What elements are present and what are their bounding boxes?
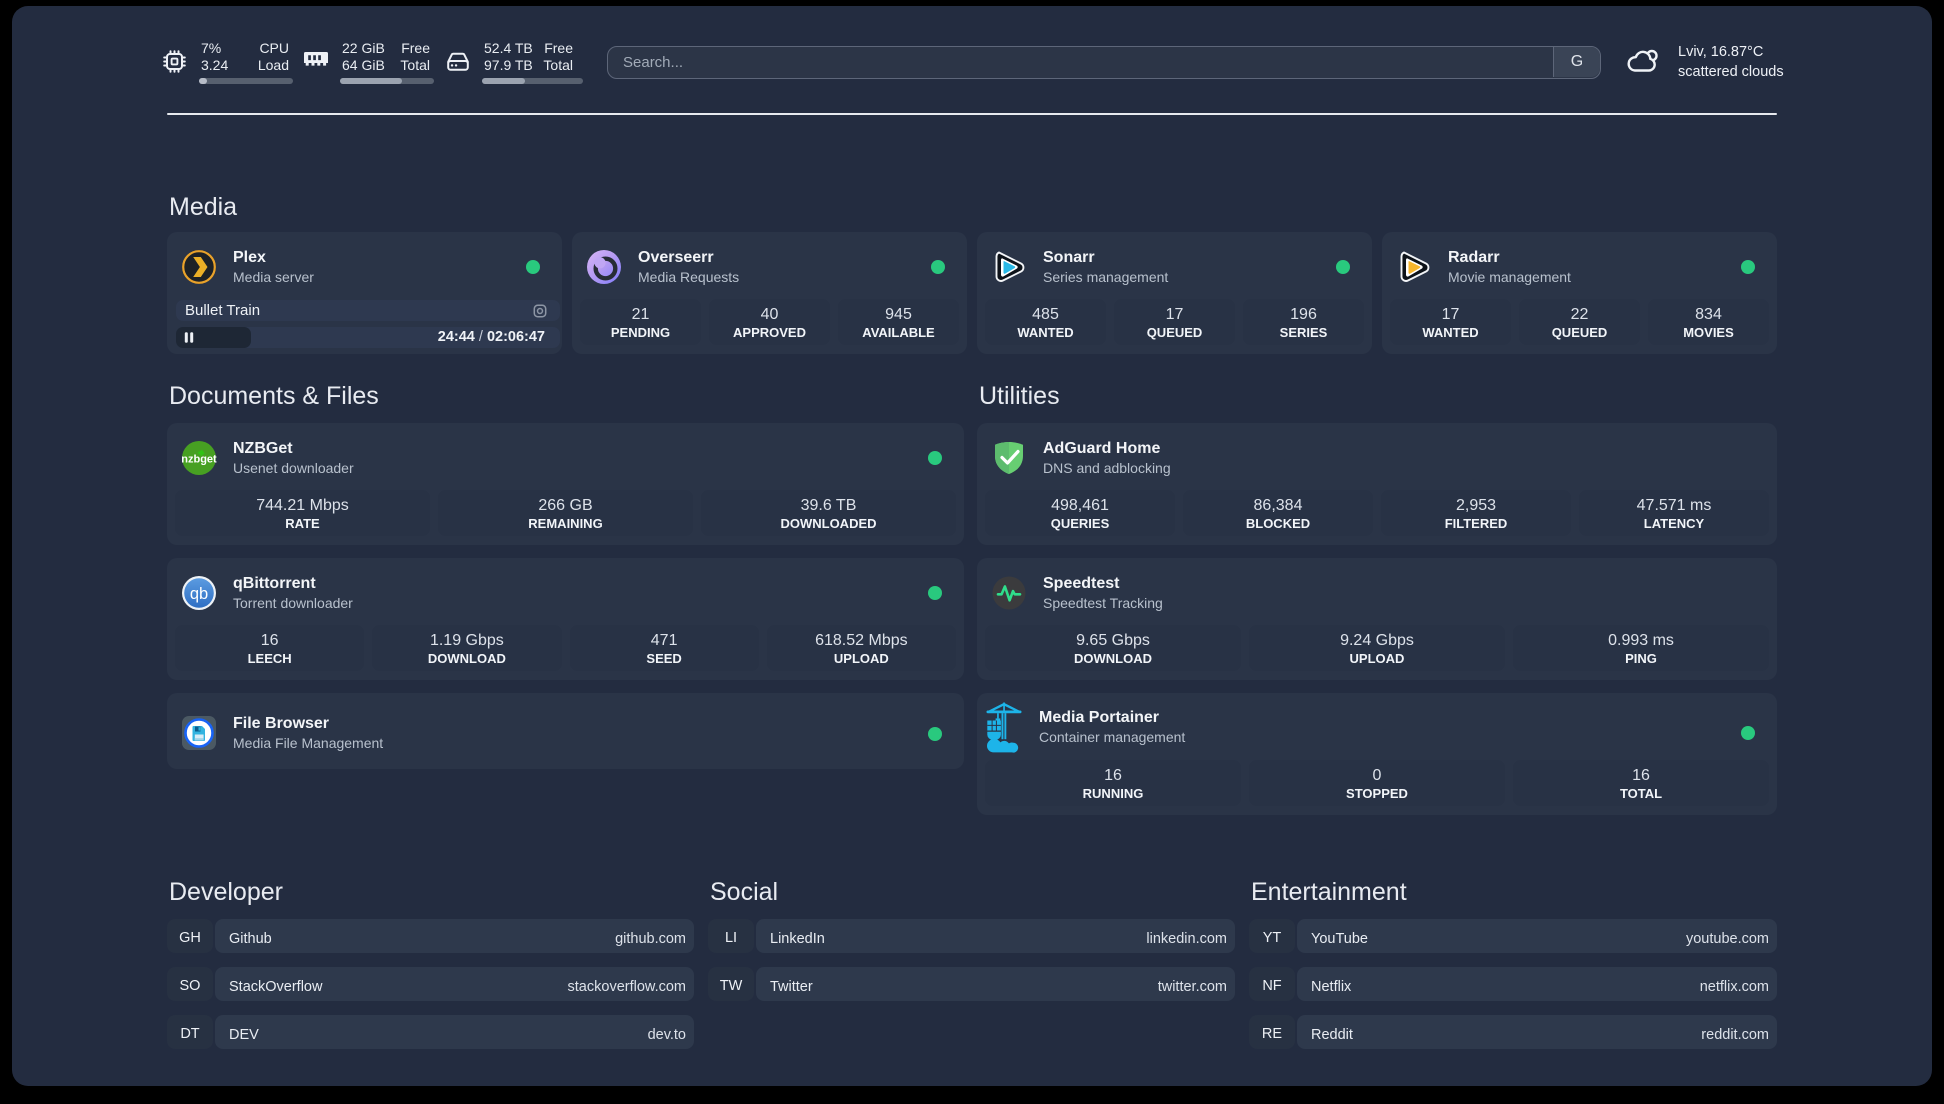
- svg-text:qb: qb: [190, 585, 208, 603]
- svg-text:nzbget: nzbget: [181, 453, 217, 465]
